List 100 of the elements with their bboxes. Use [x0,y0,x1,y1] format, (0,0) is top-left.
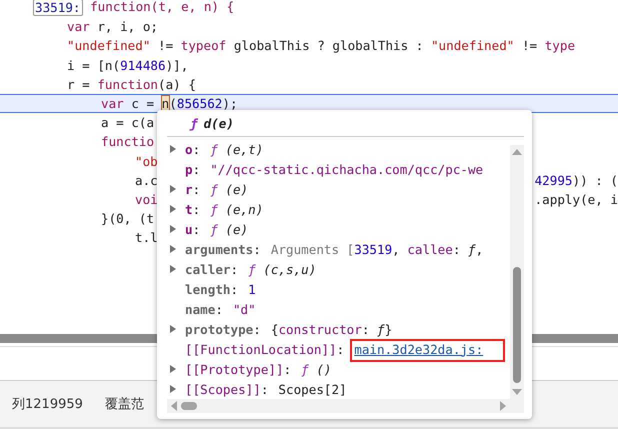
property-value: : [230,282,238,296]
function-symbol: ƒ [190,116,198,130]
property-value: ƒ [468,242,476,256]
property-value: : [253,322,261,336]
property-value: ƒ [210,182,218,196]
property-value: ƒ [210,202,218,216]
code-text: functio [101,134,154,150]
code-text: ); [222,96,238,112]
code-text: ( [169,96,177,112]
property-value: : [192,162,200,176]
property-value: : [336,342,344,356]
property-name: arguments [185,242,254,256]
property-value: (e,t) [224,142,264,156]
property-value: "//qcc-static.qichacha.com/qcc/pc-we [210,162,484,176]
code-text: )) : ( [572,172,618,188]
property-value: "d" [232,302,256,316]
vertical-scrollbar[interactable] [510,145,524,399]
property-value: ƒ [210,142,218,156]
code-text: c = [130,96,156,112]
scroll-thumb[interactable] [181,402,197,410]
property-value: : [215,302,223,316]
property-value: : [192,222,200,236]
expand-icon[interactable] [169,264,177,274]
property-name: p [185,162,193,176]
property-name: [[FunctionLocation]] [185,342,337,356]
property-value: (c,s,u) [262,262,316,276]
property-value: : [253,242,261,256]
property-value: ƒ [248,262,256,276]
code-text: "ob [135,154,158,169]
property-value: , [392,242,401,256]
expand-icon[interactable] [169,384,177,394]
code-text: != [156,38,174,54]
property-value: } [384,322,392,336]
property-name: [[Prototype]] [185,362,284,376]
property-value: Scopes[2] [278,382,347,396]
property-value: ƒ [377,322,385,336]
property-name: caller [185,262,230,276]
property-name: r [185,182,193,196]
code-text: )], [166,58,188,73]
code-text: t.l [135,230,158,246]
expand-icon[interactable] [169,204,177,214]
property-name: prototype [185,322,254,336]
code-text: a.c [135,172,158,188]
property-value: ƒ [210,222,218,236]
code-text: (a) { [158,76,196,92]
property-value: : [260,382,268,396]
property-name: t [185,202,193,216]
property-value: ƒ [301,362,309,376]
code-text: 856562 [176,96,222,112]
code-text: "undefined" [67,38,150,54]
code-text: typeof [180,38,226,54]
code-text: var [101,96,124,112]
code-text: voi [135,192,158,207]
property-name: name [185,302,216,316]
code-text: globalThis ? globalThis : [232,38,424,54]
property-value: (e,n) [224,202,264,216]
property-value: : [192,202,200,216]
property-value: { [270,322,278,336]
property-value: : [192,182,200,196]
property-value: 33519 [354,242,392,256]
code-text: "undefined" [430,38,514,54]
property-value: 1 [248,282,256,296]
property-value: : [192,142,200,156]
code-text: r = [67,76,91,92]
code-text: i = [n( [67,58,120,73]
property-value: : [452,242,462,256]
coverage-label[interactable]: 覆盖范 [104,395,144,413]
property-value: (e) [224,222,248,236]
code-text: 42995 [534,172,572,188]
code-text: type [544,38,576,54]
code-text: a = c(a [101,115,154,130]
property-value: () [315,362,332,376]
code-text: 914486 [120,58,166,73]
function-name: d(e) [204,116,234,130]
property-value: callee [407,242,453,256]
code-text: function [97,76,158,92]
property-value: constructor [278,322,362,336]
code-text: var [67,19,90,34]
property-name: o [185,142,193,156]
property-value: (e) [224,182,248,196]
cursor-position: 列1219959 [12,396,83,413]
property-value: : [362,322,370,336]
expand-icon[interactable] [169,244,177,254]
expand-icon[interactable] [169,324,177,334]
property-name: u [185,222,193,236]
code-text: n [162,96,170,112]
expand-icon[interactable] [169,184,177,194]
code-text: != [520,38,538,54]
expand-icon[interactable] [169,144,177,154]
property-value: : [284,362,292,376]
expand-icon[interactable] [169,364,177,374]
expand-icon[interactable] [169,224,177,234]
code-text: function(t, e, n) { [89,0,234,16]
property-name: [[Scopes]] [185,382,261,396]
property-value: Arguments [ [270,242,354,256]
property-value: : [230,262,238,276]
source-link[interactable]: main.3d2e32da.js: [354,342,484,356]
code-text: .apply(e, i [534,192,618,207]
scroll-thumb[interactable] [513,267,521,383]
line-label[interactable]: 33519: [33,0,82,16]
